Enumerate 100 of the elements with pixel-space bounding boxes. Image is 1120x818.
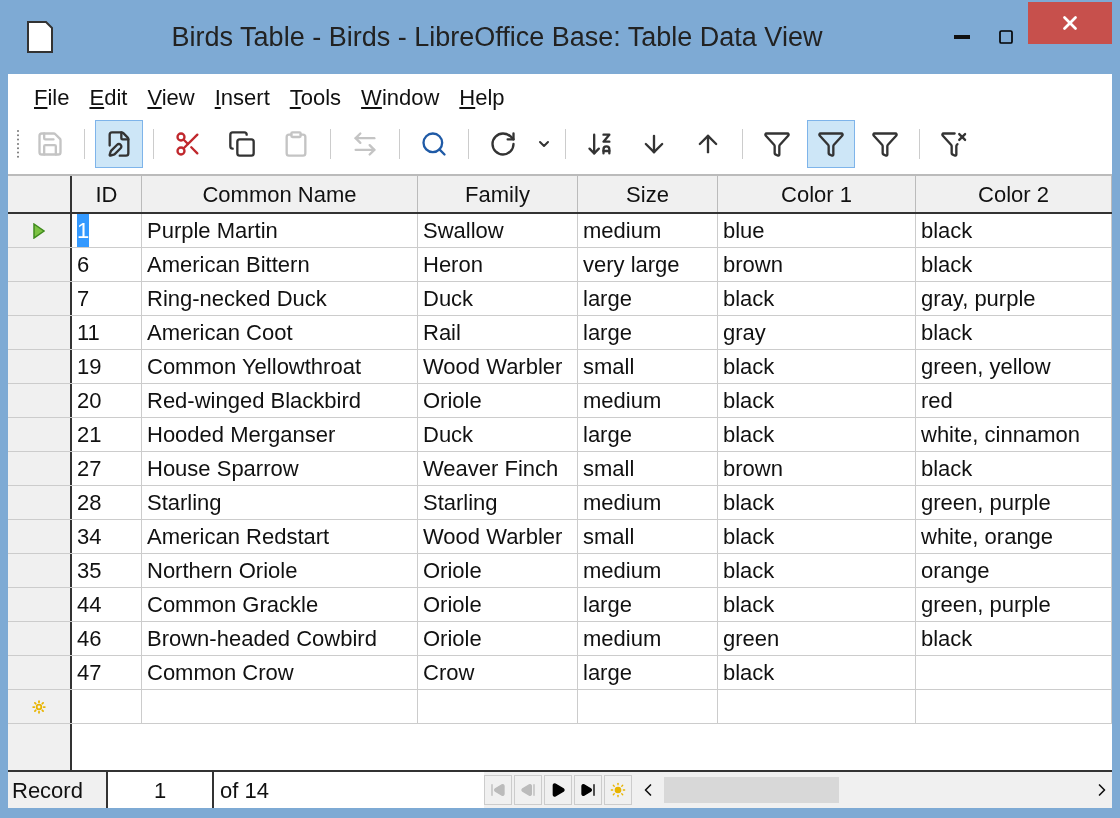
row-header[interactable]: [8, 656, 72, 689]
toolbar-button[interactable]: [95, 120, 143, 168]
column-header[interactable]: Color 1: [718, 176, 916, 212]
table-cell: medium: [578, 214, 718, 247]
table-cell: orange: [916, 554, 1112, 587]
table-cell: black: [916, 622, 1112, 655]
column-header[interactable]: Common Name: [142, 176, 418, 212]
column-header[interactable]: Family: [418, 176, 578, 212]
table-cell: 19: [72, 350, 142, 383]
close-button[interactable]: [1028, 2, 1112, 44]
row-header[interactable]: [8, 520, 72, 553]
table-cell: black: [718, 418, 916, 451]
table-cell: Weaver Finch: [418, 452, 578, 485]
toolbar-button[interactable]: [807, 120, 855, 168]
table-cell: Common Grackle: [142, 588, 418, 621]
menu-item[interactable]: File: [34, 81, 70, 114]
table-cell: green, purple: [916, 486, 1112, 519]
table-cell: very large: [578, 248, 718, 281]
column-header[interactable]: Color 2: [916, 176, 1112, 212]
row-header[interactable]: [8, 282, 72, 315]
record-navigation-button[interactable]: [574, 775, 602, 805]
table-cell: black: [718, 520, 916, 553]
table-cell: Duck: [418, 282, 578, 315]
funnel-icon: [871, 130, 899, 158]
last-record-icon: [580, 782, 596, 798]
copy-icon: [228, 130, 256, 158]
table-cell: Swallow: [418, 214, 578, 247]
table-cell: Oriole: [418, 554, 578, 587]
table-cell: 21: [72, 418, 142, 451]
row-header[interactable]: [8, 452, 72, 485]
row-header[interactable]: [8, 316, 72, 349]
table-cell: green, purple: [916, 588, 1112, 621]
table-cell: small: [578, 350, 718, 383]
table-cell: black: [718, 350, 916, 383]
table-cell: small: [578, 520, 718, 553]
table-cell: red: [916, 384, 1112, 417]
table-cell: Crow: [418, 656, 578, 689]
document-icon: [26, 20, 54, 54]
table-cell: large: [578, 656, 718, 689]
row-header[interactable]: [8, 588, 72, 621]
row-header[interactable]: [8, 486, 72, 519]
table-cell: Northern Oriole: [142, 554, 418, 587]
selected-text: 1: [77, 214, 90, 247]
column-header[interactable]: ID: [72, 176, 142, 212]
menu-item[interactable]: View: [147, 81, 195, 114]
table-cell: 47: [72, 656, 142, 689]
table-cell: American Bittern: [142, 248, 418, 281]
row-header[interactable]: [8, 214, 72, 247]
table-cell: Oriole: [418, 622, 578, 655]
row-header[interactable]: [8, 690, 72, 723]
menu-item[interactable]: Tools: [289, 81, 342, 114]
column-header[interactable]: Size: [578, 176, 718, 212]
table-cell: 46: [72, 622, 142, 655]
table-cell: white, cinnamon: [916, 418, 1112, 451]
table-cell: black: [718, 554, 916, 587]
minimize-icon: [954, 35, 970, 39]
table-cell: American Redstart: [142, 520, 418, 553]
record-navigation-button[interactable]: [544, 775, 572, 805]
table-cell: gray: [718, 316, 916, 349]
record-number-field[interactable]: 1: [108, 772, 214, 808]
row-header[interactable]: [8, 418, 72, 451]
table-cell: black: [718, 282, 916, 315]
table-cell: American Coot: [142, 316, 418, 349]
row-header[interactable]: [8, 384, 72, 417]
table-cell: black: [916, 316, 1112, 349]
table-cell: black: [916, 248, 1112, 281]
toolbar-grip-icon: [16, 129, 20, 159]
row-header[interactable]: [8, 622, 72, 655]
menu-item[interactable]: Edit: [89, 81, 128, 114]
funnel-icon: [817, 130, 845, 158]
table-cell: Oriole: [418, 588, 578, 621]
table-cell: Brown-headed Cowbird: [142, 622, 418, 655]
row-header[interactable]: [8, 248, 72, 281]
row-header[interactable]: [8, 350, 72, 383]
table-cell: green, yellow: [916, 350, 1112, 383]
table-cell: Purple Martin: [142, 214, 418, 247]
table-cell: Hooded Merganser: [142, 418, 418, 451]
table-cell: black: [718, 486, 916, 519]
table-cell: Common Yellowthroat: [142, 350, 418, 383]
table-cell: Starling: [142, 486, 418, 519]
table-cell: large: [578, 588, 718, 621]
table-cell: Heron: [418, 248, 578, 281]
search-icon: [420, 130, 448, 158]
menu-item[interactable]: Help: [459, 81, 505, 114]
record-count: of 14: [214, 772, 484, 808]
row-header[interactable]: [8, 554, 72, 587]
funnel-x-icon: [940, 130, 968, 158]
table-cell: 6: [72, 248, 142, 281]
menu-item[interactable]: Window: [361, 81, 440, 114]
table-cell: medium: [578, 384, 718, 417]
table-cell: black: [718, 656, 916, 689]
table-cell: medium: [578, 554, 718, 587]
window-title: Birds Table - Birds - LibreOffice Base: Table Data View: [170, 20, 824, 54]
new-row-icon: [32, 699, 46, 714]
table-cell: 35: [72, 554, 142, 587]
table-cell: white, orange: [916, 520, 1112, 553]
table-cell: black: [916, 214, 1112, 247]
menu-item[interactable]: Insert: [214, 81, 270, 114]
table-cell: black: [718, 384, 916, 417]
table-cell: blue: [718, 214, 916, 247]
